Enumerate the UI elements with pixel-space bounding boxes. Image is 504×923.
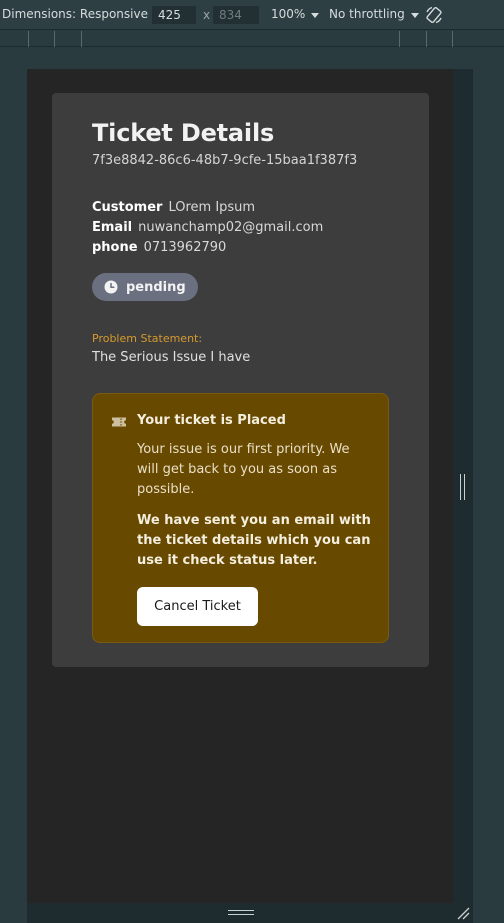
phone-label: phone [92, 240, 138, 255]
problem-statement-label: Problem Statement: [92, 332, 203, 345]
customer-info: Customer LOrem Ipsum Email nuwanchamp02@gm… [92, 198, 392, 258]
height-input[interactable]: 834 [213, 6, 259, 24]
dimension-separator: x [203, 8, 211, 22]
ticket-placed-alert: Your ticket is Placed Your issue is our … [92, 393, 389, 643]
alert-message: Your issue is our first priority. We wil… [137, 442, 350, 497]
problem-statement-text: The Serious Issue I have [92, 350, 251, 365]
phone-row: phone 0713962790 [92, 238, 392, 258]
alert-title: Your ticket is Placed [137, 413, 286, 428]
phone-value: 0713962790 [143, 240, 227, 255]
customer-label: Customer [92, 200, 163, 215]
alert-email-notice: We have sent you an email with the ticke… [137, 513, 371, 568]
throttling-label: No throttling [329, 7, 405, 21]
ticket-icon [112, 417, 126, 427]
resize-corner-icon[interactable] [456, 906, 470, 920]
ticket-id: 7f3e8842-86c6-48b7-9cfe-15baa1f387f3 [92, 153, 358, 168]
status-badge: pending [92, 273, 198, 301]
dimensions-dropdown[interactable]: Dimensions: Responsive [2, 7, 162, 21]
zoom-label: 100% [271, 7, 306, 21]
chevron-down-icon [311, 12, 320, 18]
cancel-ticket-button[interactable]: Cancel Ticket [137, 587, 258, 626]
page-title: Ticket Details [92, 119, 275, 147]
devtools-toolbar: Dimensions: Responsive 425 x 834 100% No… [0, 0, 504, 30]
chevron-down-icon [410, 12, 419, 18]
resize-handle-right[interactable] [460, 474, 466, 500]
media-query-ruler [0, 31, 504, 47]
resize-handle-bottom[interactable] [228, 910, 254, 916]
status-label: pending [126, 279, 186, 295]
dimensions-label: Dimensions: Responsive [2, 7, 148, 21]
rotate-icon[interactable] [424, 5, 444, 25]
email-row: Email nuwanchamp02@gmail.com [92, 218, 392, 238]
zoom-dropdown[interactable]: 100% [271, 7, 320, 21]
ticket-card: Ticket Details 7f3e8842-86c6-48b7-9cfe-1… [52, 93, 429, 667]
clock-icon [104, 280, 118, 294]
throttling-dropdown[interactable]: No throttling [329, 7, 419, 21]
width-input[interactable]: 425 [152, 6, 196, 24]
customer-value: LOrem Ipsum [168, 200, 256, 215]
email-value: nuwanchamp02@gmail.com [138, 220, 324, 235]
customer-row: Customer LOrem Ipsum [92, 198, 392, 218]
email-label: Email [92, 220, 133, 235]
